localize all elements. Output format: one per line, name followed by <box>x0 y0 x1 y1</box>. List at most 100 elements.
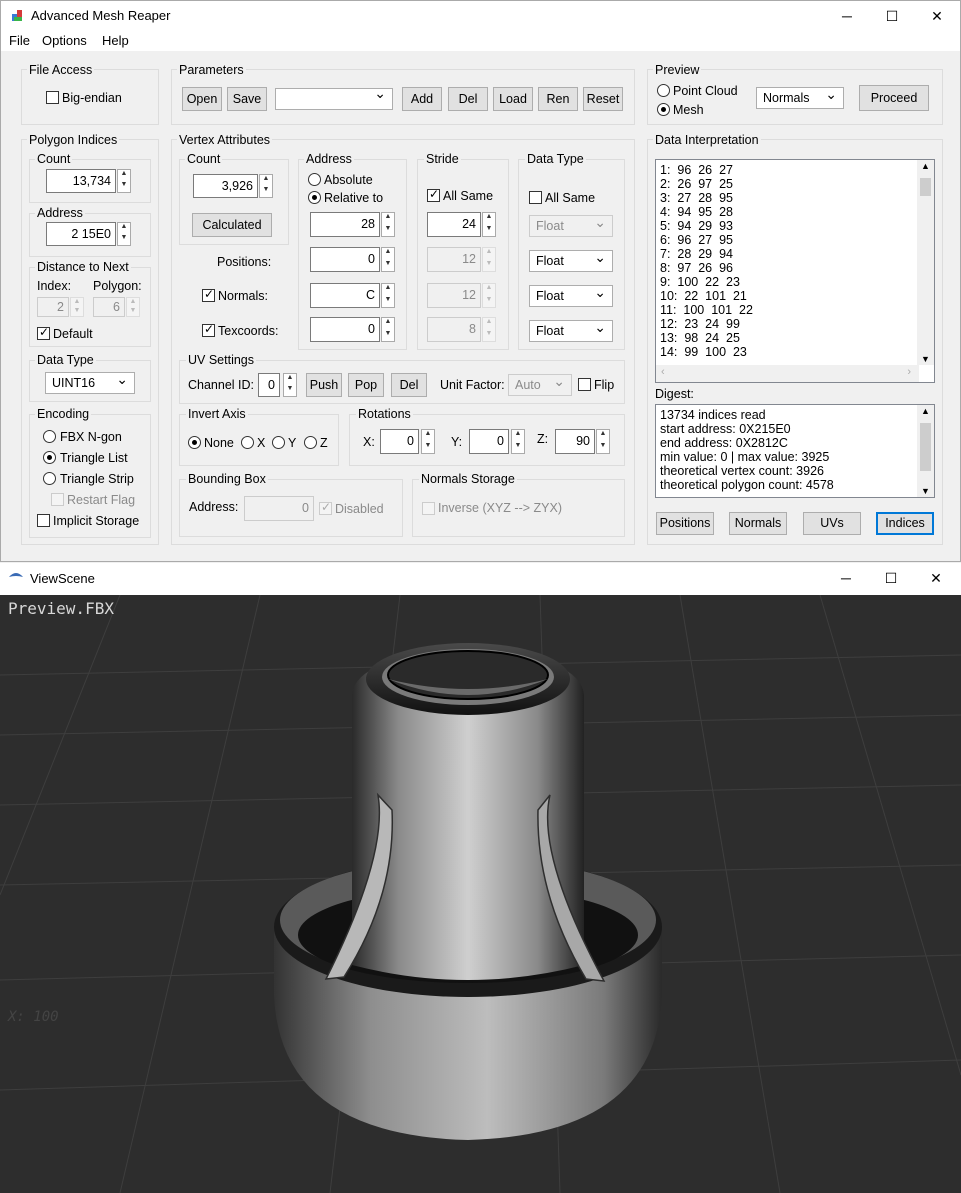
data-interpretation-row[interactable]: 7: 28 29 94 <box>656 247 934 261</box>
channel-id-field[interactable]: 0 <box>258 373 280 397</box>
datatype-second-combo[interactable]: Float <box>529 247 613 272</box>
data-interpretation-list[interactable]: 1: 96 26 27 2: 26 97 25 3: 27 28 95 4: 94 9… <box>655 159 935 383</box>
invert-z-radio[interactable] <box>304 436 317 449</box>
relative-to-radio[interactable] <box>308 191 321 204</box>
unit-factor-combo[interactable]: Auto <box>508 371 572 396</box>
digest-scroll-up-icon[interactable]: ▲ <box>917 405 934 417</box>
absolute-radio[interactable] <box>308 173 321 186</box>
bb-disabled-checkbox[interactable] <box>319 500 332 515</box>
add-button[interactable]: Add <box>402 87 442 111</box>
di-scroll-thumb[interactable] <box>920 178 931 196</box>
invert-none-radio[interactable] <box>188 436 201 449</box>
close-button[interactable]: ✕ <box>914 1 960 31</box>
scroll-down-icon[interactable]: ▼ <box>917 353 934 365</box>
datatype-all-same-checkbox[interactable] <box>529 191 542 204</box>
del-button[interactable]: Del <box>448 87 488 111</box>
stride-normals-spinner[interactable]: ▲ ▼ <box>482 283 496 308</box>
3d-viewport[interactable]: Preview.FBX X: 100 <box>0 595 961 1193</box>
fbx-ngon-radio[interactable] <box>43 430 56 443</box>
restart-flag-checkbox[interactable] <box>51 493 64 506</box>
address-normals-field[interactable]: C <box>310 283 380 308</box>
bb-address-field[interactable]: 0 <box>244 496 314 521</box>
texcoords-checkbox[interactable] <box>202 322 215 337</box>
data-interpretation-row[interactable]: 3: 27 28 95 <box>656 191 934 205</box>
save-button[interactable]: Save <box>227 87 267 111</box>
stride-texcoords-spinner[interactable]: ▲ ▼ <box>482 317 496 342</box>
pi-address-field[interactable]: 2 15E0 <box>46 222 116 246</box>
calculated-button[interactable]: Calculated <box>192 213 272 237</box>
invert-y-radio[interactable] <box>272 436 285 449</box>
rot-x-field[interactable]: 0 <box>380 429 419 454</box>
index-spinner[interactable]: ▲ ▼ <box>70 297 84 317</box>
stride-texcoords-field[interactable]: 8 <box>427 317 481 342</box>
stride-positions-spinner[interactable]: ▲ ▼ <box>482 212 496 237</box>
implicit-storage-checkbox[interactable] <box>37 514 50 527</box>
data-interpretation-row[interactable]: 8: 97 26 96 <box>656 261 934 275</box>
stride-second-spinner[interactable]: ▲ ▼ <box>482 247 496 272</box>
triangle-strip-radio[interactable] <box>43 472 56 485</box>
stride-normals-field[interactable]: 12 <box>427 283 481 308</box>
address-second-spinner[interactable]: ▲ ▼ <box>381 247 395 272</box>
polygon-spinner[interactable]: ▲ ▼ <box>126 297 140 317</box>
positions-tab-button[interactable]: Positions <box>656 512 714 535</box>
address-second-field[interactable]: 0 <box>310 247 380 272</box>
rot-y-spinner[interactable]: ▲ ▼ <box>511 429 525 454</box>
data-interpretation-row[interactable]: 14: 99 100 23 <box>656 345 934 359</box>
ren-button[interactable]: Ren <box>538 87 578 111</box>
invert-x-radio[interactable] <box>241 436 254 449</box>
uvs-tab-button[interactable]: UVs <box>803 512 861 535</box>
data-interpretation-row[interactable]: 10: 22 101 21 <box>656 289 934 303</box>
maximize-button[interactable]: ☐ <box>869 1 915 31</box>
inverse-checkbox[interactable] <box>422 502 435 515</box>
open-button[interactable]: Open <box>182 87 222 111</box>
stride-positions-field[interactable]: 24 <box>427 212 481 237</box>
normals-checkbox[interactable] <box>202 287 215 302</box>
data-interpretation-row[interactable]: 4: 94 95 28 <box>656 205 934 219</box>
data-interpretation-row[interactable]: 11: 100 101 22 <box>656 303 934 317</box>
data-interpretation-row[interactable]: 1: 96 26 27 <box>656 163 934 177</box>
pi-count-spinner[interactable]: ▲ ▼ <box>117 169 131 193</box>
va-count-field[interactable]: 3,926 <box>193 174 258 198</box>
minimize-button[interactable]: ─ <box>824 1 870 31</box>
di-horizontal-scrollbar[interactable]: ‹ › <box>656 365 919 382</box>
digest-box[interactable]: 13734 indices read start address: 0X215E0… <box>655 404 935 498</box>
di-vertical-scrollbar[interactable]: ▲ ▼ <box>917 160 934 365</box>
viewer-maximize-button[interactable]: ☐ <box>868 563 914 593</box>
data-interpretation-row[interactable]: 5: 94 29 93 <box>656 219 934 233</box>
menu-file[interactable]: File <box>9 33 30 48</box>
rot-z-spinner[interactable]: ▲ ▼ <box>596 429 610 454</box>
indices-tab-button[interactable]: Indices <box>876 512 934 535</box>
scroll-right-icon[interactable]: › <box>907 366 911 378</box>
datatype-positions-combo[interactable]: Float <box>529 212 613 237</box>
rot-z-field[interactable]: 90 <box>555 429 595 454</box>
rot-y-field[interactable]: 0 <box>469 429 509 454</box>
channel-id-spinner[interactable]: ▲ ▼ <box>283 373 297 397</box>
data-interpretation-row[interactable]: 9: 100 22 23 <box>656 275 934 289</box>
digest-scroll-down-icon[interactable]: ▼ <box>917 485 934 497</box>
big-endian-checkbox[interactable] <box>46 91 59 104</box>
load-button[interactable]: Load <box>493 87 533 111</box>
proceed-button[interactable]: Proceed <box>859 85 929 111</box>
flip-checkbox[interactable] <box>578 378 591 391</box>
viewer-minimize-button[interactable]: ─ <box>823 563 869 593</box>
normals-tab-button[interactable]: Normals <box>729 512 787 535</box>
address-texcoords-field[interactable]: 0 <box>310 317 380 342</box>
index-field[interactable]: 2 <box>37 297 69 317</box>
mesh-radio[interactable] <box>657 103 670 116</box>
stride-all-same-checkbox[interactable] <box>427 187 440 202</box>
scroll-up-icon[interactable]: ▲ <box>917 160 934 172</box>
va-count-spinner[interactable]: ▲ ▼ <box>259 174 273 198</box>
datatype-texcoords-combo[interactable]: Float <box>529 317 613 342</box>
digest-vertical-scrollbar[interactable]: ▲ ▼ <box>917 405 934 497</box>
uv-del-button[interactable]: Del <box>391 373 427 397</box>
menu-help[interactable]: Help <box>102 33 129 48</box>
data-interpretation-row[interactable]: 2: 26 97 25 <box>656 177 934 191</box>
pop-button[interactable]: Pop <box>348 373 384 397</box>
polygon-field[interactable]: 6 <box>93 297 125 317</box>
preview-mode-combo[interactable]: Normals <box>756 84 844 109</box>
rot-x-spinner[interactable]: ▲ ▼ <box>421 429 435 454</box>
pi-address-spinner[interactable]: ▲ ▼ <box>117 222 131 246</box>
parameters-combo[interactable] <box>275 85 393 110</box>
reset-button[interactable]: Reset <box>583 87 623 111</box>
address-texcoords-spinner[interactable]: ▲ ▼ <box>381 317 395 342</box>
